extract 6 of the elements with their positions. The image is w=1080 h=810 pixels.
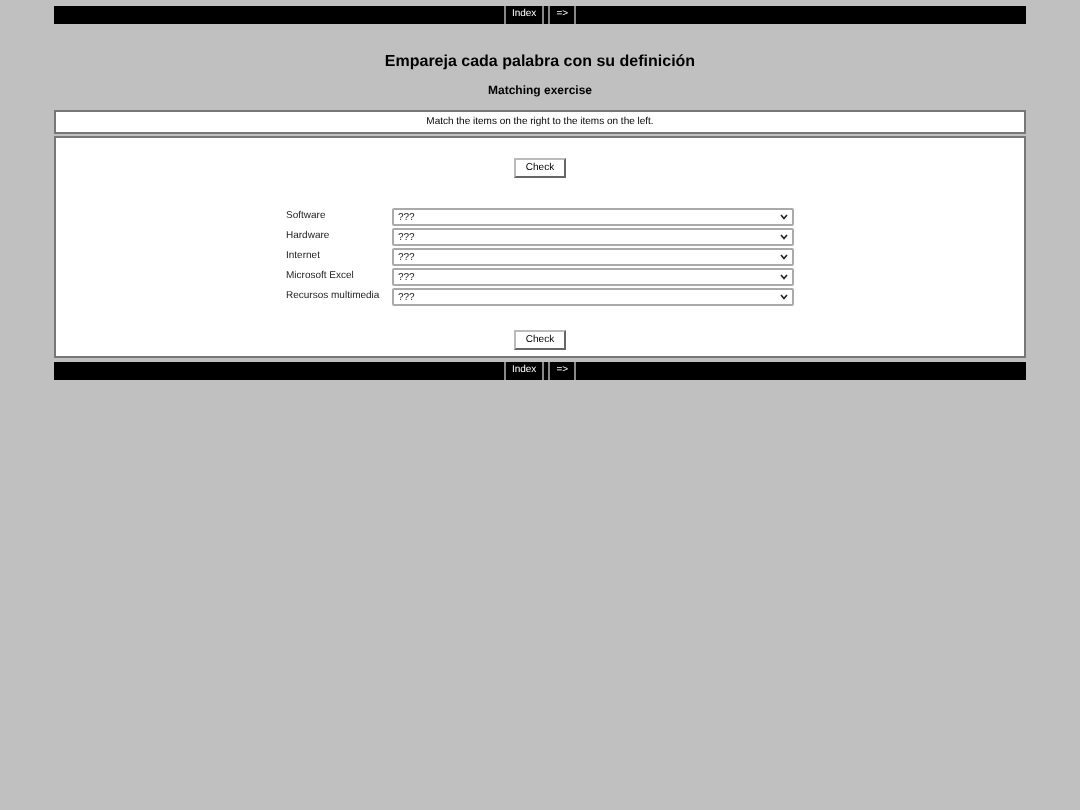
chevron-icon xyxy=(780,234,788,240)
chevron-icon xyxy=(780,294,788,300)
chevron-icon xyxy=(780,214,788,220)
page-title: Empareja cada palabra con su definición xyxy=(382,50,698,72)
chevron-icon xyxy=(780,254,788,260)
chevron-icon xyxy=(780,274,788,280)
